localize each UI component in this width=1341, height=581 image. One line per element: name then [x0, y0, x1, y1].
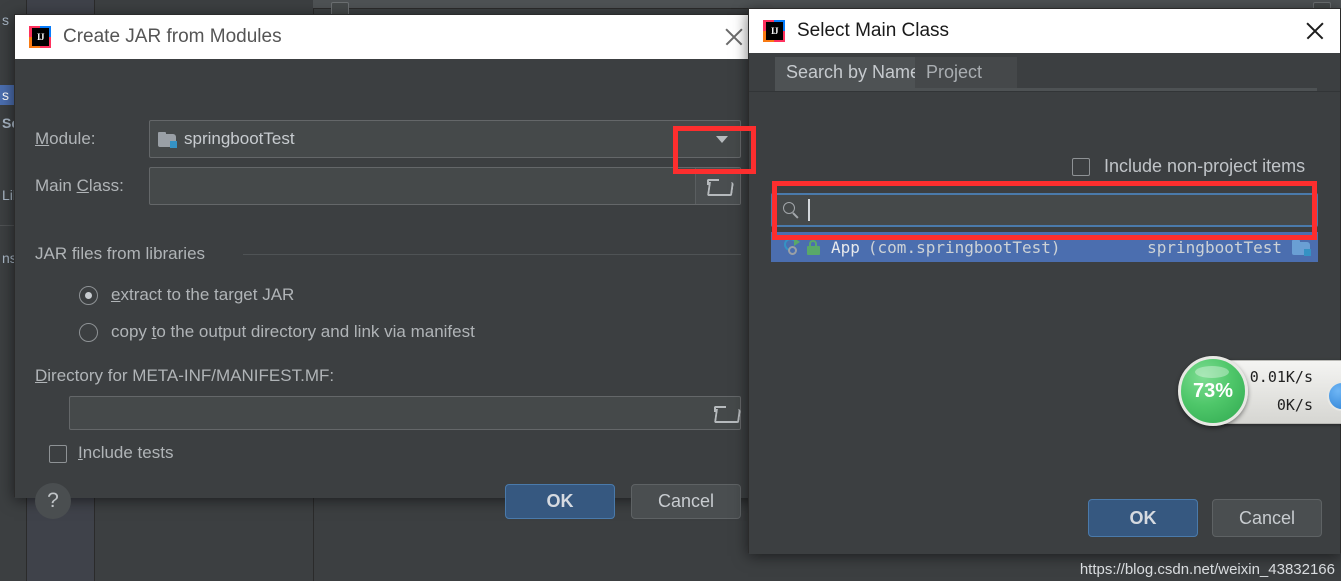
tab-search-by-name[interactable]: Search by Name	[775, 57, 920, 88]
list-item[interactable]: App (com.springbootTest) springbootTest	[771, 232, 1318, 262]
radio-extract-to-target-jar[interactable]	[79, 286, 98, 305]
include-non-project-items-row[interactable]: Include non-project items	[1072, 156, 1305, 177]
main-class-browse-button[interactable]	[695, 168, 740, 204]
select-main-class-title: Select Main Class	[797, 20, 950, 41]
close-icon[interactable]	[1300, 16, 1330, 46]
close-icon[interactable]	[719, 22, 749, 52]
module-folder-icon	[1292, 239, 1311, 256]
select-main-class-dialog: IJ Select Main Class Search by Name Proj…	[748, 8, 1341, 554]
radio-copy-to-output-directory[interactable]	[79, 323, 98, 342]
include-tests-checkbox[interactable]	[49, 445, 67, 463]
create-jar-body: Module: springbootTest Main Class: JAR f…	[15, 59, 759, 519]
tab-strip: Search by Name Project	[749, 53, 1340, 92]
upload-speed-value: 0.01K/s	[1249, 368, 1313, 386]
module-folder-icon	[158, 131, 177, 148]
jar-libraries-group-title: JAR files from libraries	[35, 244, 216, 264]
search-input[interactable]	[771, 193, 1318, 227]
include-non-project-items-label: Include non-project items	[1104, 156, 1306, 176]
main-class-label: Main Class:	[35, 176, 124, 195]
create-jar-titlebar: IJ Create JAR from Modules	[15, 15, 759, 59]
list-item-module-name: springbootTest	[1147, 237, 1282, 257]
module-label: Module:	[35, 129, 96, 148]
jar-cancel-button[interactable]: Cancel	[631, 484, 741, 519]
list-item-package: (com.springbootTest)	[867, 237, 1061, 257]
select-main-class-ok-button[interactable]: OK	[1088, 499, 1198, 537]
module-combobox-value: springbootTest	[184, 129, 295, 148]
progress-value: 73%	[1192, 379, 1234, 402]
intellij-idea-icon: IJ	[763, 20, 785, 42]
open-folder-icon	[713, 405, 741, 423]
include-non-project-items-checkbox[interactable]	[1072, 157, 1090, 176]
module-combobox[interactable]: springbootTest	[149, 120, 741, 158]
network-speed-widget[interactable]: 0.01K/s 0K/s 73%	[1178, 356, 1341, 426]
select-main-class-body: Search by Name Project Include non-proje…	[749, 53, 1340, 554]
help-button[interactable]: ?	[35, 483, 71, 519]
open-folder-icon	[707, 178, 734, 196]
jar-ok-button[interactable]: OK	[505, 484, 615, 519]
watermark-url: https://blog.csdn.net/weixin_43832166	[1079, 561, 1335, 578]
create-jar-title: Create JAR from Modules	[63, 26, 282, 47]
tab-underline	[775, 88, 1317, 91]
manifest-directory-input[interactable]	[69, 396, 741, 430]
intellij-idea-icon: IJ	[29, 26, 51, 48]
runnable-class-icon	[783, 237, 803, 257]
manifest-directory-label: Directory for META-INF/MANIFEST.MF:	[35, 366, 335, 385]
text-caret	[808, 199, 810, 221]
radio-extract-label[interactable]: extract to the target JAR	[111, 285, 294, 305]
create-jar-dialog: IJ Create JAR from Modules Module: sprin…	[14, 14, 760, 519]
list-item-class-name: App	[831, 237, 860, 257]
main-class-input[interactable]	[149, 167, 741, 205]
jar-libraries-group-rule	[243, 254, 741, 255]
public-lock-icon	[806, 239, 821, 255]
include-tests-label[interactable]: Include tests	[78, 443, 173, 463]
screen-root: s s Se Lib ns IJ Create JAR from Modules…	[0, 0, 1341, 581]
chevron-down-icon	[716, 136, 728, 143]
tab-project[interactable]: Project	[915, 57, 991, 88]
module-label-rest: odule:	[49, 129, 96, 148]
manifest-directory-browse-button[interactable]	[709, 397, 741, 429]
tab-strip-tail	[991, 57, 1017, 88]
select-main-class-titlebar: IJ Select Main Class	[749, 9, 1340, 53]
progress-indicator[interactable]: 73%	[1178, 356, 1248, 426]
select-main-class-cancel-button[interactable]: Cancel	[1212, 499, 1322, 537]
search-icon	[783, 201, 800, 219]
radio-copy-label[interactable]: copy to the output directory and link vi…	[111, 322, 475, 342]
